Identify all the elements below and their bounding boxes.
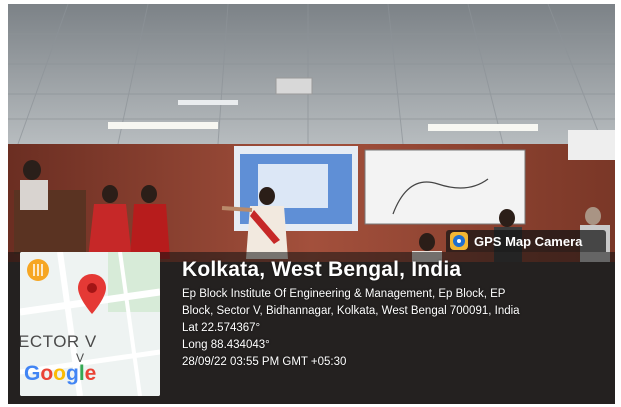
address-line-1: Ep Block Institute Of Engineering & Mana…: [182, 288, 506, 300]
app-badge-label: GPS Map Camera: [474, 233, 583, 249]
longitude: Long 88.434043°: [182, 339, 270, 351]
datetime: 28/09/22 03:55 PM GMT +05:30: [182, 356, 347, 368]
ceiling-light: [108, 122, 218, 129]
app-badge: GPS Map Camera: [446, 230, 606, 252]
location-title: Kolkata, West Bengal, India: [182, 258, 462, 281]
air-conditioner: [568, 130, 615, 160]
map-pin-icon: [78, 274, 106, 314]
google-logo: Google: [24, 362, 97, 385]
map-thumbnail: ECTOR V V Google: [20, 252, 160, 396]
address-line-2: Block, Sector V, Bidhannagar, Kolkata, W…: [182, 305, 520, 317]
ceiling-light: [178, 100, 238, 105]
map-area-label: ECTOR V: [20, 332, 97, 351]
location-info: Kolkata, West Bengal, India Ep Block Ins…: [182, 258, 607, 371]
ceiling-light: [428, 124, 538, 131]
screenshot-frame: GPS Map Camera ECTOR V V Google Kolkata,…: [0, 0, 621, 407]
projector: [275, 77, 313, 95]
gps-map-camera-icon: [450, 232, 468, 250]
latitude: Lat 22.574367°: [182, 322, 261, 334]
ceiling: [8, 4, 615, 144]
